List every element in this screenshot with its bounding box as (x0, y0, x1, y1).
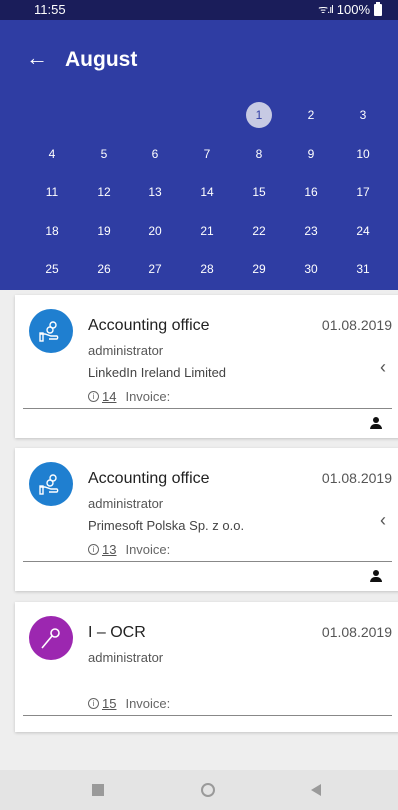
calendar-week: 11 12 13 14 15 16 17 (0, 177, 398, 216)
card-company: Primesoft Polska Sp. z o.o. (88, 518, 245, 533)
calendar-day-20[interactable]: 20 (142, 218, 168, 244)
calendar-day-12[interactable]: 12 (91, 179, 117, 205)
person-icon[interactable] (370, 570, 382, 582)
calendar-day-8[interactable]: 8 (246, 141, 272, 167)
calendar-day-1[interactable]: 1 (246, 102, 272, 128)
calendar-day-25[interactable]: 25 (39, 256, 65, 282)
calendar-day-24[interactable]: 24 (350, 218, 376, 244)
calendar-day-5[interactable]: 5 (91, 141, 117, 167)
divider (23, 408, 392, 409)
card-date: 01.08.2019 (321, 624, 392, 640)
calendar-day-15[interactable]: 15 (246, 179, 272, 205)
hand-coin-icon (29, 309, 73, 353)
chevron-left-icon[interactable]: ‹ (380, 357, 386, 378)
circle-icon (201, 783, 215, 797)
invoice-count[interactable]: 15 (102, 696, 116, 711)
triangle-back-icon (311, 784, 321, 796)
recent-apps-button[interactable] (78, 770, 118, 810)
card-company: LinkedIn Ireland Limited (88, 365, 227, 380)
calendar-day-19[interactable]: 19 (91, 218, 117, 244)
event-card[interactable]: Accounting office 01.08.2019 administrator… (15, 448, 398, 591)
calendar-day-16[interactable]: 16 (298, 179, 324, 205)
square-icon (92, 784, 104, 796)
event-card[interactable]: I – OCR 01.08.2019 administrator i 15 Invoice… (15, 602, 398, 732)
invoice-info: i 13 Invoice: (88, 542, 170, 557)
page-title: August (65, 48, 138, 71)
battery-icon (374, 1, 382, 16)
card-date: 01.08.2019 (321, 470, 392, 486)
calendar-day-6[interactable]: 6 (142, 141, 168, 167)
calendar-day-18[interactable]: 18 (39, 218, 65, 244)
app-header: ← August 1 2 3 4 5 6 7 8 9 10 11 12 13 14 15 16 17 18 19 20… (0, 20, 398, 290)
calendar-day-2[interactable]: 2 (298, 102, 324, 128)
calendar-day-11[interactable]: 11 (39, 179, 65, 205)
status-bar: 11:55 ᯤ.ıl 100% (0, 0, 398, 20)
calendar-day-4[interactable]: 4 (39, 141, 65, 167)
event-card[interactable]: Accounting office 01.08.2019 administrator… (15, 295, 398, 438)
status-indicators: ᯤ.ıl 100% (318, 1, 382, 17)
info-icon: i (88, 698, 99, 709)
calendar-week: 25 26 27 28 29 30 31 (0, 254, 398, 293)
calendar-day-10[interactable]: 10 (350, 141, 376, 167)
calendar-week: 4 5 6 7 8 9 10 (0, 139, 398, 178)
calendar-day-3[interactable]: 3 (350, 102, 376, 128)
invoice-label: Invoice: (125, 542, 171, 557)
calendar-day-14[interactable]: 14 (194, 179, 220, 205)
status-time: 11:55 (34, 2, 66, 17)
calendar-day-23[interactable]: 23 (298, 218, 324, 244)
system-nav-bar (0, 770, 398, 810)
back-button[interactable] (296, 770, 336, 810)
invoice-label: Invoice: (125, 389, 171, 404)
magnifier-icon (29, 616, 73, 660)
battery-percent: 100% (336, 2, 370, 17)
calendar-day-22[interactable]: 22 (246, 218, 272, 244)
calendar-day-13[interactable]: 13 (142, 179, 168, 205)
card-role: administrator (88, 496, 164, 511)
calendar-day-26[interactable]: 26 (91, 256, 117, 282)
calendar-grid: 1 2 3 4 5 6 7 8 9 10 11 12 13 14 15 16 17 18 19 20 21 22 23 24 2… (0, 100, 398, 293)
calendar-day-27[interactable]: 27 (142, 256, 168, 282)
info-icon: i (88, 544, 99, 555)
chevron-left-icon[interactable]: ‹ (380, 510, 386, 531)
person-icon[interactable] (370, 417, 382, 429)
calendar-day-9[interactable]: 9 (298, 141, 324, 167)
invoice-label: Invoice: (125, 696, 171, 711)
calendar-week: 123 (0, 100, 398, 139)
invoice-info: i 14 Invoice: (88, 389, 170, 404)
card-role: administrator (88, 343, 164, 358)
hand-coin-icon (29, 462, 73, 506)
card-title: I – OCR (88, 624, 146, 641)
calendar-day-31[interactable]: 31 (350, 256, 376, 282)
home-button[interactable] (188, 770, 228, 810)
info-icon: i (88, 391, 99, 402)
calendar-week: 18 19 20 21 22 23 24 (0, 216, 398, 255)
signal-icon: ᯤ.ıl (318, 4, 334, 16)
calendar-day-28[interactable]: 28 (194, 256, 220, 282)
card-title: Accounting office (88, 317, 210, 334)
card-title: Accounting office (88, 470, 210, 487)
divider (23, 715, 392, 716)
invoice-count[interactable]: 13 (102, 542, 116, 557)
card-role: administrator (88, 650, 164, 665)
calendar-day-7[interactable]: 7 (194, 141, 220, 167)
invoice-count[interactable]: 14 (102, 389, 116, 404)
calendar-day-30[interactable]: 30 (298, 256, 324, 282)
calendar-day-29[interactable]: 29 (246, 256, 272, 282)
back-arrow-icon[interactable]: ← (26, 46, 48, 70)
calendar-day-17[interactable]: 17 (350, 179, 376, 205)
card-date: 01.08.2019 (321, 317, 392, 333)
divider (23, 561, 392, 562)
calendar-day-21[interactable]: 21 (194, 218, 220, 244)
invoice-info: i 15 Invoice: (88, 696, 170, 711)
